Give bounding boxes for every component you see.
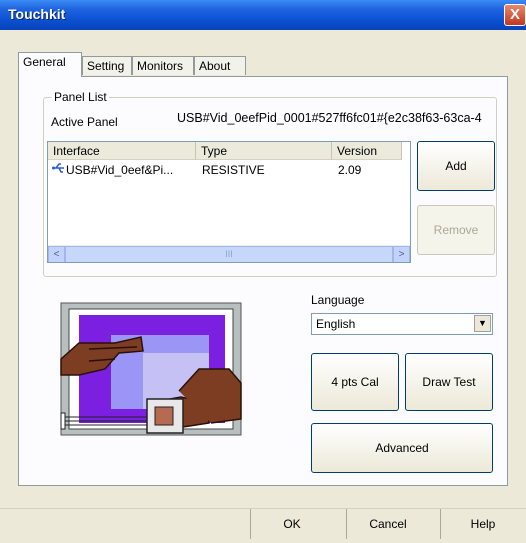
column-header-interface[interactable]: Interface [48,142,196,160]
dialog-button-bar: OK Cancel Help [0,508,526,543]
cancel-button[interactable]: Cancel [346,509,429,539]
tab-label: Monitors [137,59,184,73]
tab-label: About [199,59,231,73]
remove-button[interactable]: Remove [417,205,495,255]
touch-illustration [59,299,245,439]
tab-label: General [23,55,66,69]
arrow-glyph: ▼ [478,318,487,328]
usb-icon [52,162,66,177]
close-icon: X [509,6,520,23]
column-label: Interface [53,144,100,158]
chevron-left-icon: < [53,249,60,260]
general-tab-panel: Panel List Active Panel USB#Vid_0eefPid_… [18,76,508,486]
active-panel-value: USB#Vid_0eefPid_0001#527ff6fc01#{e2c38f6… [177,111,482,125]
column-label: Type [201,144,228,158]
ok-button[interactable]: OK [250,509,333,539]
table-row[interactable]: USB#Vid_0eef&Pi... RESISTIVE 2.09 [48,160,410,180]
four-point-calibration-button[interactable]: 4 pts Cal [311,353,399,411]
chevron-down-icon[interactable]: ▼ [474,315,491,332]
tab-general[interactable]: General [18,52,82,77]
close-button[interactable]: X [504,4,526,26]
panel-listview[interactable]: Interface Type Version USB#Vid_0eef&Pi..… [47,141,411,263]
row-version: 2.09 [338,163,362,177]
panel-list-legend: Panel List [52,90,109,104]
scroll-left-button[interactable]: < [48,246,65,262]
help-button-label: Help [470,517,496,531]
title-bar[interactable]: Touchkit X [0,0,526,30]
remove-button-label: Remove [433,223,479,237]
column-header-version[interactable]: Version [332,142,402,160]
chevron-right-icon: > [398,249,405,260]
help-button[interactable]: Help [440,509,525,539]
cal-button-label: 4 pts Cal [331,375,379,389]
add-button-label: Add [445,159,467,173]
window-title: Touchkit [8,6,66,22]
scroll-thumb[interactable]: III [65,246,393,262]
draw-test-button-label: Draw Test [422,375,476,389]
cancel-button-label: Cancel [369,517,407,531]
column-label: Version [337,144,378,158]
scroll-right-button[interactable]: > [393,246,410,262]
language-label: Language [311,293,365,307]
language-selected: English [316,317,356,331]
advanced-button[interactable]: Advanced [311,423,493,473]
row-interface: USB#Vid_0eef&Pi... [66,163,174,177]
active-panel-label: Active Panel [51,115,118,129]
tab-monitors[interactable]: Monitors [132,56,194,75]
row-type: RESISTIVE [202,163,265,177]
grip-icon: III [225,249,233,259]
column-header-type[interactable]: Type [196,142,332,160]
add-button[interactable]: Add [417,141,495,191]
ok-button-label: OK [283,517,301,531]
tab-setting[interactable]: Setting [82,56,132,75]
advanced-button-label: Advanced [375,441,429,455]
draw-test-button[interactable]: Draw Test [405,353,493,411]
language-select[interactable]: English ▼ [311,313,493,335]
tab-label: Setting [87,59,125,73]
touchkit-window: Touchkit X General Setting Monitors Abou… [0,0,526,542]
horizontal-scrollbar[interactable]: < III > [48,245,410,262]
tab-about[interactable]: About [194,56,246,75]
